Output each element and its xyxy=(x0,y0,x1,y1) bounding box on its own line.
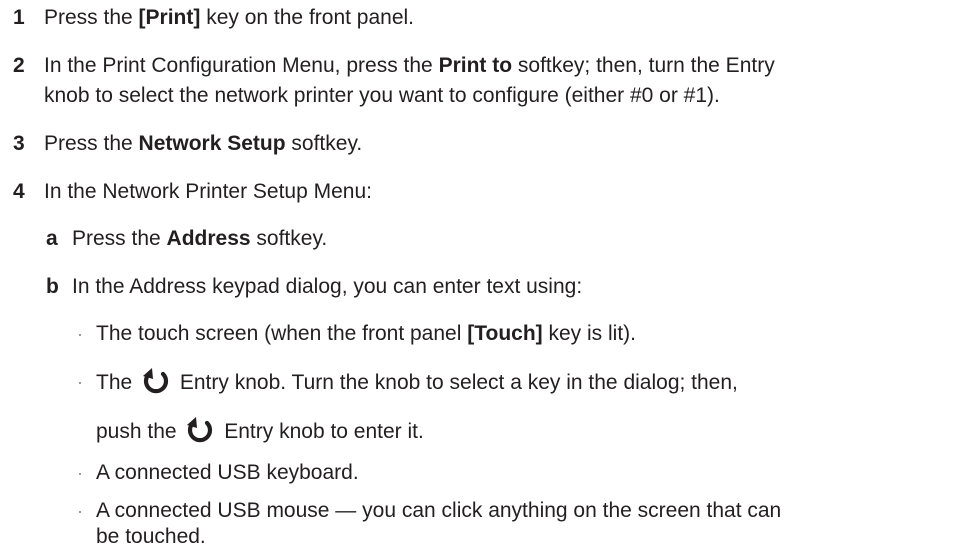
bullet-dot: · xyxy=(77,463,83,483)
step-text: Press the Network Setup softkey. xyxy=(44,132,363,155)
bullet-text: A connected USB mouse — you can click an… xyxy=(96,499,782,522)
substep-letter: a xyxy=(46,227,58,250)
key-name: [Touch] xyxy=(467,322,543,345)
softkey-name: Address xyxy=(166,227,251,250)
substep-text: In the Address keypad dialog, you can en… xyxy=(72,275,583,298)
bullet-text-continued: push the Entry knob to enter it. xyxy=(96,415,424,446)
bullet-text: The touch screen (when the front panel [… xyxy=(96,322,636,345)
step-text-continued: knob to select the network printer you w… xyxy=(44,84,720,107)
step-text: Press the [Print] key on the front panel… xyxy=(44,6,415,29)
bullet-text: A connected USB keyboard. xyxy=(96,461,359,484)
bullet-dot: · xyxy=(77,324,83,344)
bullet-text-continued: be touched. xyxy=(96,525,206,548)
bullet-dot: · xyxy=(77,501,83,521)
bullet-dot: · xyxy=(77,372,83,392)
softkey-name: Print to xyxy=(438,54,513,77)
step-number: 2 xyxy=(13,54,25,77)
step-text: In the Network Printer Setup Menu: xyxy=(44,180,372,203)
entry-knob-icon xyxy=(143,368,169,394)
softkey-name: Network Setup xyxy=(138,132,286,155)
entry-knob-icon xyxy=(187,417,213,443)
step-number: 3 xyxy=(13,132,25,155)
step-text: In the Print Configuration Menu, press t… xyxy=(44,54,775,77)
key-name: [Print] xyxy=(138,6,201,29)
substep-text: Press the Address softkey. xyxy=(72,227,328,250)
step-number: 1 xyxy=(13,6,25,29)
substep-letter: b xyxy=(46,275,59,298)
step-number: 4 xyxy=(13,180,25,203)
bullet-text: The Entry knob. Turn the knob to select … xyxy=(96,366,738,397)
